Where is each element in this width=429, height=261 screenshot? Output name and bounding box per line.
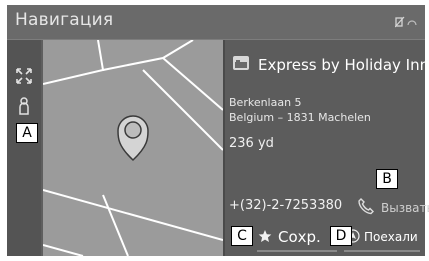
- address-line-2: Belgium – 1831 Machelen: [229, 111, 371, 124]
- page-title: Навигация: [15, 10, 114, 30]
- distance-value: 236 yd: [229, 136, 274, 151]
- call-button[interactable]: Вызвать: [381, 201, 429, 215]
- star-icon: [258, 228, 272, 247]
- go-button[interactable]: Поехали: [346, 224, 418, 250]
- signal-status-icon: [394, 16, 419, 28]
- go-label: Поехали: [364, 230, 418, 244]
- header-bar: Навигация: [7, 5, 425, 40]
- hotel-icon: [233, 56, 249, 70]
- map-view[interactable]: [43, 40, 223, 256]
- save-button[interactable]: Сохр.: [258, 224, 321, 250]
- save-button-underline: [257, 250, 337, 252]
- go-button-underline: [344, 250, 420, 252]
- poi-name: Express by Holiday Inn–B: [258, 56, 429, 74]
- callout-b: B: [376, 169, 398, 189]
- poi-info-panel: Express by Holiday Inn–B Berkenlaan 5 Be…: [225, 40, 429, 256]
- callout-c: C: [231, 226, 253, 246]
- callout-d: D: [330, 226, 352, 246]
- location-pin-icon: [117, 115, 149, 162]
- phone-icon[interactable]: [357, 197, 375, 215]
- callout-a: A: [16, 123, 38, 143]
- map-controls-strip: [7, 40, 41, 256]
- navigation-screen: Навигация Express by Holiday Inn–B Berke…: [0, 0, 429, 261]
- save-label: Сохр.: [278, 228, 321, 246]
- person-pin-icon[interactable]: [13, 95, 35, 117]
- zoom-icon[interactable]: [13, 65, 35, 87]
- phone-number: +(32)-2-7253380: [229, 198, 343, 213]
- address-line-1: Berkenlaan 5: [229, 96, 302, 109]
- display-frame: Навигация Express by Holiday Inn–B Berke…: [7, 5, 429, 256]
